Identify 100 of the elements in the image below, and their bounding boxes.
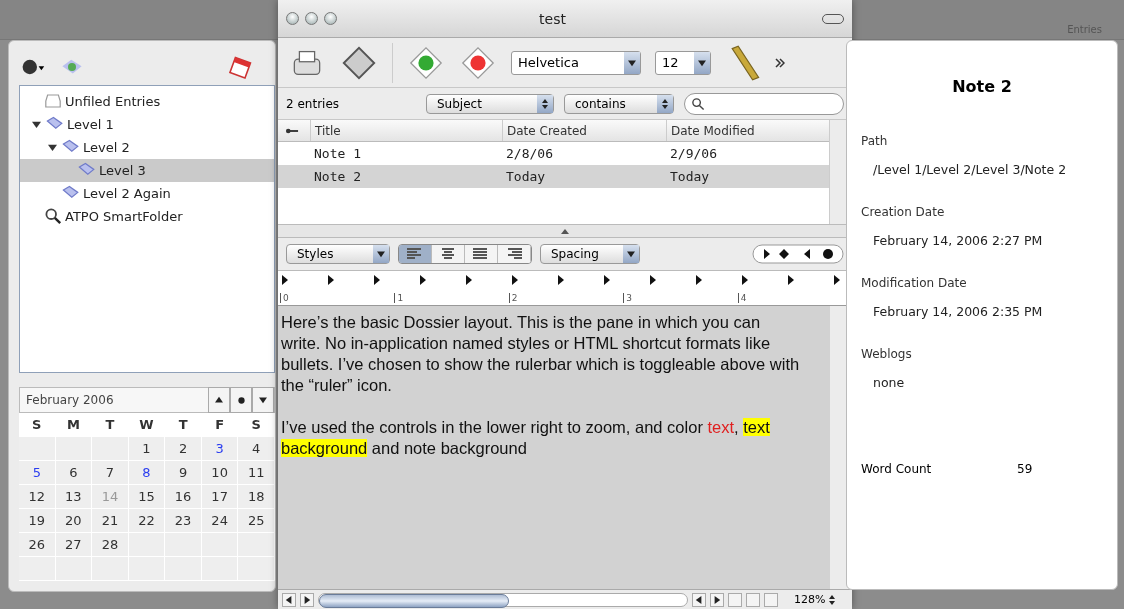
zoom-level[interactable]: 128% xyxy=(794,593,826,606)
calendar-day[interactable]: 1 xyxy=(128,437,166,461)
next-month-button[interactable] xyxy=(252,387,274,413)
sidebar-item[interactable]: Level 2 xyxy=(20,135,274,159)
search-field[interactable] xyxy=(684,92,844,115)
operator-select[interactable]: contains xyxy=(564,93,674,114)
calendar-day[interactable]: 3 xyxy=(201,437,239,461)
note-paragraph: Here’s the basic Dossier layout. This is the pane in which you can write. No in-application named styles or HTML shortcut formats like bullets. I’ve chosen to show the rulerbar which is toggleable above with the “ruler” icon. xyxy=(281,312,801,396)
calendar-day[interactable]: 24 xyxy=(201,509,239,533)
sidebar-item[interactable]: Level 1 xyxy=(20,112,274,136)
sidebar-item[interactable]: ATPO SmartFolder xyxy=(20,204,274,228)
calendar-day[interactable]: 21 xyxy=(92,509,129,533)
calendar-day[interactable]: 5 xyxy=(19,461,56,485)
calendar-day[interactable]: 6 xyxy=(55,461,93,485)
table-row[interactable]: Note 2 Today Today xyxy=(278,165,829,188)
scroll-left-button[interactable] xyxy=(692,592,706,607)
weekday-label: S xyxy=(19,413,56,437)
calendar-day[interactable]: 23 xyxy=(165,509,202,533)
field-value: February 14, 2006 2:27 PM xyxy=(873,233,1044,248)
ruler-number: 1 xyxy=(394,293,509,303)
zoom-button[interactable] xyxy=(324,12,337,25)
note-editor[interactable] xyxy=(278,306,830,589)
note-paragraph: I’ve used the controls in the lower right to zoom, and color text, text background and note background xyxy=(281,417,771,459)
calendar-day[interactable]: 16 xyxy=(165,485,202,509)
overflow-chevrons-icon[interactable] xyxy=(775,57,785,68)
minimize-button[interactable] xyxy=(305,12,318,25)
calendar-day[interactable]: 22 xyxy=(128,509,166,533)
calendar-day[interactable]: 2 xyxy=(165,437,202,461)
weekday-label: W xyxy=(128,413,166,437)
scroll-left-button[interactable] xyxy=(282,592,296,607)
search-icon xyxy=(691,96,705,111)
calendar-day[interactable]: 12 xyxy=(19,485,56,509)
styles-select[interactable]: Styles xyxy=(286,244,390,264)
calendar-day[interactable]: 27 xyxy=(55,533,93,557)
sidebar-item[interactable]: Level 2 Again xyxy=(20,181,274,205)
calendar-day[interactable]: 19 xyxy=(19,509,56,533)
note-title: Note 2 xyxy=(951,77,1013,96)
tab-stop-markers-icon[interactable] xyxy=(280,275,840,285)
weekday-label: S xyxy=(238,413,275,437)
calendar-day[interactable]: 13 xyxy=(55,485,93,509)
field-label: Modification Date xyxy=(861,276,968,290)
column-header[interactable]: Title xyxy=(310,120,502,141)
today-button[interactable] xyxy=(230,387,252,413)
scroll-right-button[interactable] xyxy=(300,592,314,607)
split-handle-icon[interactable] xyxy=(561,228,569,234)
calendar-day[interactable]: 7 xyxy=(92,461,129,485)
close-button[interactable] xyxy=(286,12,299,25)
calendar-day[interactable]: 11 xyxy=(238,461,275,485)
column-header[interactable]: Date Modified xyxy=(666,120,829,141)
month-label: February 2006 xyxy=(26,393,114,407)
font-select[interactable]: Helvetica xyxy=(511,50,641,75)
align-center-icon xyxy=(440,248,456,260)
magnifier-icon[interactable] xyxy=(44,207,62,226)
calendar-day[interactable]: 9 xyxy=(165,461,202,485)
scroll-right-button[interactable] xyxy=(710,592,724,607)
calendar-day[interactable]: 20 xyxy=(55,509,93,533)
field-label: Word Count xyxy=(861,462,933,476)
align-justify-icon xyxy=(473,248,489,260)
left-arrow-icon xyxy=(695,595,703,604)
alignment-control[interactable] xyxy=(398,244,532,264)
alignment-button[interactable] xyxy=(498,245,531,263)
field-select[interactable]: Subject xyxy=(426,93,554,114)
calendar-day[interactable]: 18 xyxy=(238,485,275,509)
caret-icon xyxy=(215,396,223,404)
field-label: Creation Date xyxy=(861,205,946,219)
field-label: Path xyxy=(861,134,889,148)
field-value: /Level 1/Level 2/Level 3/Note 2 xyxy=(873,162,1068,177)
stepper-icon xyxy=(542,98,548,109)
expanded-triangle-icon[interactable] xyxy=(48,142,57,152)
alignment-button[interactable] xyxy=(399,245,432,263)
sidebar-item[interactable]: Unfiled Entries xyxy=(20,89,274,113)
sidebar-item[interactable]: Level 3 xyxy=(20,158,274,182)
calendar-day[interactable]: 15 xyxy=(128,485,166,509)
horizontal-scrollbar[interactable] xyxy=(318,592,688,607)
caret-icon xyxy=(259,396,267,404)
calendar-day[interactable]: 25 xyxy=(238,509,275,533)
previous-month-button[interactable] xyxy=(208,387,230,413)
stepper-icon xyxy=(662,98,668,109)
alignment-button[interactable] xyxy=(465,245,498,263)
expanded-triangle-icon[interactable] xyxy=(32,119,41,129)
alignment-button[interactable] xyxy=(432,245,465,263)
column-header[interactable]: Date Created xyxy=(502,120,666,141)
weekday-label: F xyxy=(201,413,239,437)
calendar-day[interactable]: 26 xyxy=(19,533,56,557)
right-arrow-icon xyxy=(303,595,311,604)
calendar-day[interactable]: 4 xyxy=(238,437,275,461)
calendar-day[interactable]: 8 xyxy=(128,461,166,485)
caret-icon xyxy=(377,250,385,258)
size-select[interactable]: 12 xyxy=(655,50,711,75)
ruler-number: 3 xyxy=(623,293,738,303)
caret-icon xyxy=(627,250,635,258)
weekday-label: M xyxy=(55,413,93,437)
calendar-day[interactable]: 10 xyxy=(201,461,239,485)
calendar-day[interactable]: 17 xyxy=(201,485,239,509)
spacing-select[interactable]: Spacing xyxy=(540,244,640,264)
weekday-label: T xyxy=(165,413,202,437)
stepper-icon xyxy=(829,594,836,605)
left-arrow-icon xyxy=(285,595,293,604)
tab-stops-control[interactable] xyxy=(752,244,844,264)
calendar-day[interactable]: 28 xyxy=(92,533,129,557)
